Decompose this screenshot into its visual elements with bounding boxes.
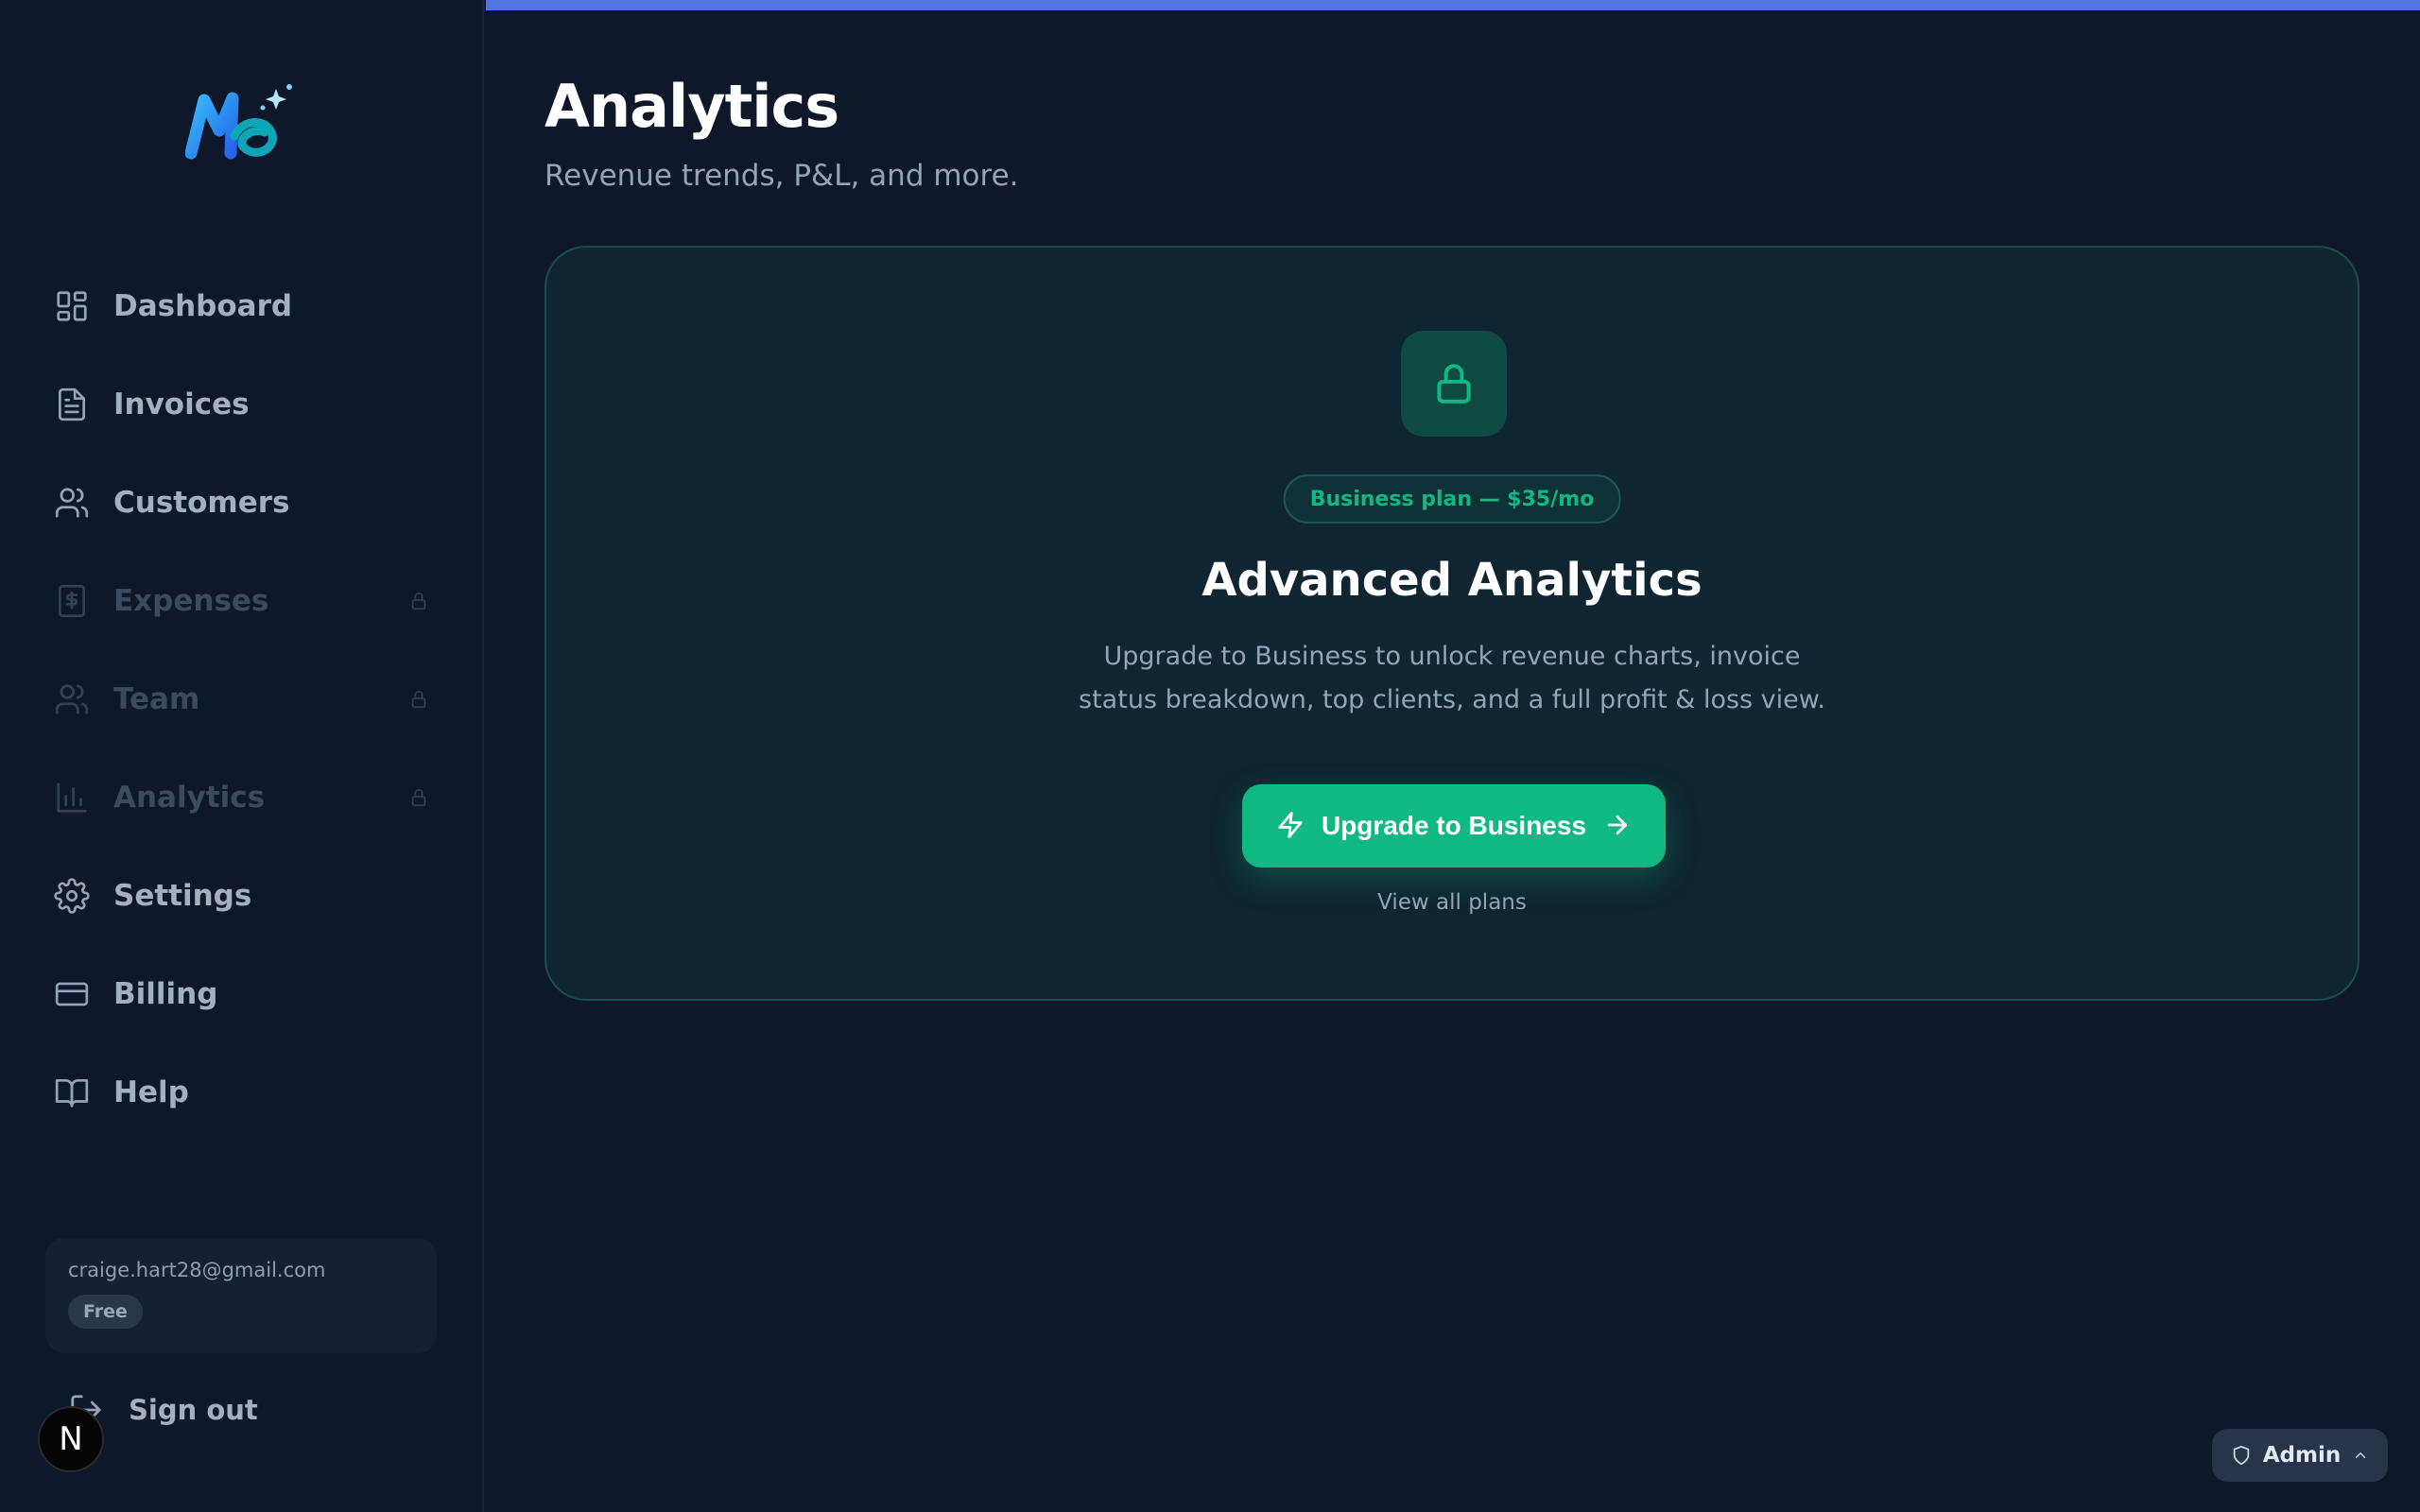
upgrade-button[interactable]: Upgrade to Business	[1242, 784, 1666, 868]
dev-tools-letter: N	[59, 1420, 83, 1458]
sidebar-item-invoices[interactable]: Invoices	[0, 355, 484, 454]
upgrade-button-label: Upgrade to Business	[1321, 811, 1587, 840]
sidebar-item-label: Analytics	[113, 781, 266, 815]
sidebar-item-expenses[interactable]: Expenses	[0, 552, 484, 650]
card-title: Advanced Analytics	[1201, 554, 1703, 607]
admin-menu-button[interactable]: Admin	[2212, 1429, 2388, 1482]
lightning-icon	[1276, 811, 1305, 842]
lock-icon	[1401, 331, 1507, 437]
sidebar-item-label: Dashboard	[113, 289, 293, 323]
sidebar-item-team[interactable]: Team	[0, 650, 484, 748]
sidebar-item-label: Expenses	[113, 584, 269, 618]
admin-label: Admin	[2262, 1443, 2342, 1468]
upgrade-card: Business plan — $35/mo Advanced Analytic…	[544, 246, 2360, 1001]
sidebar-item-billing[interactable]: Billing	[0, 945, 484, 1043]
plan-badge: Free	[68, 1295, 143, 1329]
sidebar-item-label: Invoices	[113, 387, 250, 421]
sidebar-item-label: Help	[113, 1075, 189, 1109]
sidebar-item-help[interactable]: Help	[0, 1043, 484, 1142]
sidebar-item-label: Settings	[113, 879, 252, 913]
lock-icon	[408, 591, 429, 611]
sidebar-item-customers[interactable]: Customers	[0, 454, 484, 552]
lock-icon	[408, 787, 429, 808]
loading-progress-bar	[486, 0, 2420, 10]
app-logo[interactable]	[184, 81, 297, 163]
sidebar-nav: Dashboard Invoices Customers Expenses Te…	[0, 257, 484, 1142]
dev-tools-badge[interactable]: N	[38, 1406, 104, 1472]
sidebar: Dashboard Invoices Customers Expenses Te…	[0, 0, 484, 1512]
sidebar-item-dashboard[interactable]: Dashboard	[0, 257, 484, 355]
lock-icon	[408, 689, 429, 710]
user-email: craige.hart28@gmail.com	[68, 1259, 326, 1281]
arrow-right-icon	[1603, 811, 1632, 842]
dashboard-icon	[53, 287, 91, 325]
sidebar-item-label: Team	[113, 682, 200, 716]
file-text-icon	[53, 386, 91, 423]
users-icon	[53, 484, 91, 522]
plan-price-badge: Business plan — $35/mo	[1283, 474, 1621, 524]
credit-card-icon	[53, 975, 91, 1013]
sidebar-item-label: Customers	[113, 486, 290, 520]
chevron-up-icon	[2356, 1452, 2366, 1458]
page-subtitle: Revenue trends, P&L, and more.	[544, 159, 1019, 193]
app-root: Dashboard Invoices Customers Expenses Te…	[0, 0, 2420, 1512]
shield-icon	[2233, 1445, 2249, 1466]
page-title: Analytics	[544, 72, 839, 141]
bar-chart-icon	[53, 779, 91, 816]
view-all-plans-link[interactable]: View all plans	[546, 890, 2358, 915]
receipt-dollar-icon	[53, 582, 91, 620]
sidebar-item-analytics[interactable]: Analytics	[0, 748, 484, 847]
sidebar-item-label: Billing	[113, 977, 218, 1011]
sidebar-item-settings[interactable]: Settings	[0, 847, 484, 945]
gear-icon	[53, 877, 91, 915]
card-description: Upgrade to Business to unlock revenue ch…	[1079, 642, 1825, 714]
book-open-icon	[53, 1074, 91, 1111]
sign-out-label: Sign out	[129, 1394, 258, 1426]
user-card: craige.hart28@gmail.com Free	[45, 1238, 437, 1353]
users-icon	[53, 680, 91, 718]
